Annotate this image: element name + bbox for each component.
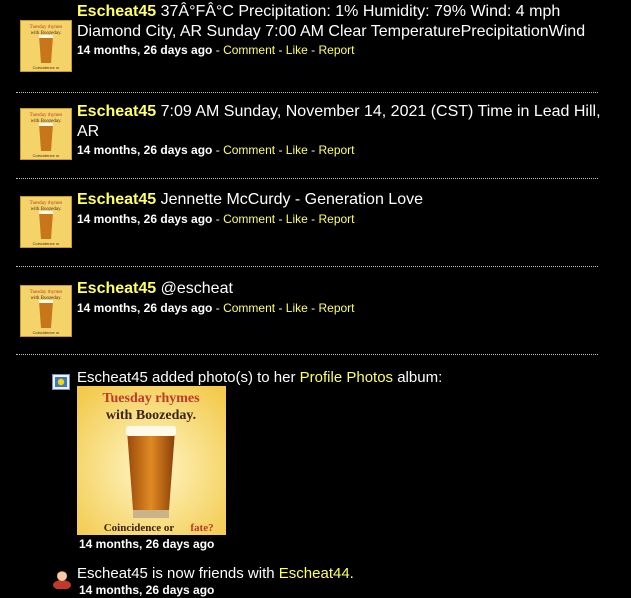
- divider: [16, 178, 598, 179]
- username-link[interactable]: Escheat45: [77, 103, 156, 120]
- svg-text:Coincidence or: Coincidence or: [33, 65, 60, 70]
- friend-activity-timestamp: 14 months, 26 days ago: [79, 583, 215, 597]
- svg-text:Tuesday rhymes: Tuesday rhymes: [102, 391, 200, 406]
- timestamp: 14 months, 26 days ago: [77, 143, 213, 157]
- post-text: Escheat45 @escheat: [77, 279, 605, 299]
- activity-prefix: Escheat45 is now friends with: [77, 565, 275, 582]
- svg-text:Tuesday rhymes: Tuesday rhymes: [30, 290, 63, 295]
- beer-icon: Tuesday rhymes with Boozeday. Coincidenc…: [21, 21, 71, 71]
- friend-activity-text: Escheat45 is now friends with Escheat44.: [77, 565, 354, 583]
- post-body: Escheat45 7:09 AM Sunday, November 14, 2…: [77, 102, 605, 158]
- like-link[interactable]: Like: [286, 212, 308, 226]
- separator: -: [215, 43, 224, 57]
- comment-link[interactable]: Comment: [223, 301, 275, 315]
- svg-text:Tuesday rhymes: Tuesday rhymes: [30, 25, 63, 30]
- username-link[interactable]: Escheat45: [77, 191, 156, 208]
- timestamp: 14 months, 26 days ago: [77, 300, 213, 315]
- activity-prefix: Escheat45 added photo(s) to her: [77, 369, 296, 386]
- divider: [16, 354, 598, 355]
- divider: [16, 92, 598, 93]
- post-meta: 14 months, 26 days ago - Comment - Like …: [77, 300, 605, 316]
- post-meta: 14 months, 26 days ago - Comment - Like …: [77, 42, 605, 58]
- comment-link[interactable]: Comment: [223, 143, 275, 157]
- post-body: Escheat45 37Â°FÂ°C Precipitation: 1% Hum…: [77, 2, 605, 58]
- svg-text:Coincidence or: Coincidence or: [33, 241, 60, 246]
- friend-activity-icon: [52, 567, 72, 590]
- separator: -: [278, 143, 286, 157]
- profile-photos-link[interactable]: Profile Photos: [300, 369, 393, 386]
- post-text: Escheat45 Jennette McCurdy - Generation …: [77, 190, 605, 210]
- svg-text:with Boozeday.: with Boozeday.: [106, 408, 196, 423]
- avatar[interactable]: Tuesday rhymes with Boozeday. Coincidenc…: [20, 285, 72, 337]
- avatar[interactable]: Tuesday rhymes with Boozeday. Coincidenc…: [20, 20, 72, 72]
- photo-activity-icon: [52, 374, 70, 390]
- separator: -: [278, 211, 286, 226]
- post-text: Escheat45 37Â°FÂ°C Precipitation: 1% Hum…: [77, 2, 605, 41]
- avatar[interactable]: Tuesday rhymes with Boozeday. Coincidenc…: [20, 196, 72, 248]
- svg-text:Coincidence or: Coincidence or: [104, 522, 175, 534]
- username-link[interactable]: Escheat45: [77, 280, 156, 297]
- post-content: Jennette McCurdy - Generation Love: [160, 191, 423, 208]
- username-link[interactable]: Escheat45: [77, 3, 156, 20]
- status-post: Tuesday rhymes with Boozeday. Coincidenc…: [20, 279, 605, 339]
- post-meta: 14 months, 26 days ago - Comment - Like …: [77, 142, 605, 158]
- post-content: @escheat: [160, 280, 233, 297]
- beer-icon: Tuesday rhymes with Boozeday. Coincidenc…: [21, 109, 71, 159]
- svg-text:Coincidence or: Coincidence or: [33, 330, 60, 335]
- like-link[interactable]: Like: [286, 143, 308, 157]
- separator: -: [215, 211, 224, 226]
- like-link[interactable]: Like: [286, 301, 308, 315]
- svg-text:Coincidence or: Coincidence or: [33, 153, 60, 158]
- svg-text:Tuesday rhymes: Tuesday rhymes: [30, 201, 63, 206]
- beer-icon: Tuesday rhymes with Boozeday. Coincidenc…: [21, 197, 71, 247]
- report-link[interactable]: Report: [318, 212, 354, 226]
- separator: -: [278, 300, 286, 315]
- activity-suffix: album:: [397, 369, 443, 386]
- timestamp: 14 months, 26 days ago: [77, 211, 213, 226]
- status-post: Tuesday rhymes with Boozeday. Coincidenc…: [20, 2, 605, 78]
- comment-link[interactable]: Comment: [223, 212, 275, 226]
- report-link[interactable]: Report: [318, 43, 354, 57]
- photo-activity-text: Escheat45 added photo(s) to her Profile …: [77, 369, 442, 387]
- status-post: Tuesday rhymes with Boozeday. Coincidenc…: [20, 102, 605, 162]
- post-body: Escheat45 @escheat 14 months, 26 days ag…: [77, 279, 605, 316]
- photo-activity-timestamp: 14 months, 26 days ago: [79, 537, 215, 551]
- report-link[interactable]: Report: [318, 143, 354, 157]
- post-text: Escheat45 7:09 AM Sunday, November 14, 2…: [77, 102, 605, 141]
- separator: -: [215, 143, 224, 157]
- svg-text:Tuesday rhymes: Tuesday rhymes: [30, 113, 63, 118]
- svg-text:fate?: fate?: [190, 522, 213, 534]
- status-post: Tuesday rhymes with Boozeday. Coincidenc…: [20, 190, 605, 250]
- friend-link[interactable]: Escheat44: [279, 565, 350, 582]
- like-link[interactable]: Like: [286, 43, 308, 57]
- comment-link[interactable]: Comment: [223, 43, 275, 57]
- post-body: Escheat45 Jennette McCurdy - Generation …: [77, 190, 605, 227]
- separator: -: [215, 300, 224, 315]
- beer-icon: Tuesday rhymes with Boozeday. Coincidenc…: [21, 286, 71, 336]
- avatar[interactable]: Tuesday rhymes with Boozeday. Coincidenc…: [20, 108, 72, 160]
- post-meta: 14 months, 26 days ago - Comment - Like …: [77, 211, 605, 227]
- report-link[interactable]: Report: [318, 301, 354, 315]
- activity-suffix: .: [349, 565, 354, 582]
- beer-photo-icon: Tuesday rhymes with Boozeday. Coincidenc…: [77, 386, 226, 535]
- profile-photo-thumbnail[interactable]: Tuesday rhymes with Boozeday. Coincidenc…: [77, 386, 226, 535]
- post-content: 7:09 AM Sunday, November 14, 2021 (CST) …: [77, 103, 601, 140]
- timestamp: 14 months, 26 days ago: [77, 43, 213, 57]
- divider: [16, 266, 598, 267]
- separator: -: [278, 43, 286, 57]
